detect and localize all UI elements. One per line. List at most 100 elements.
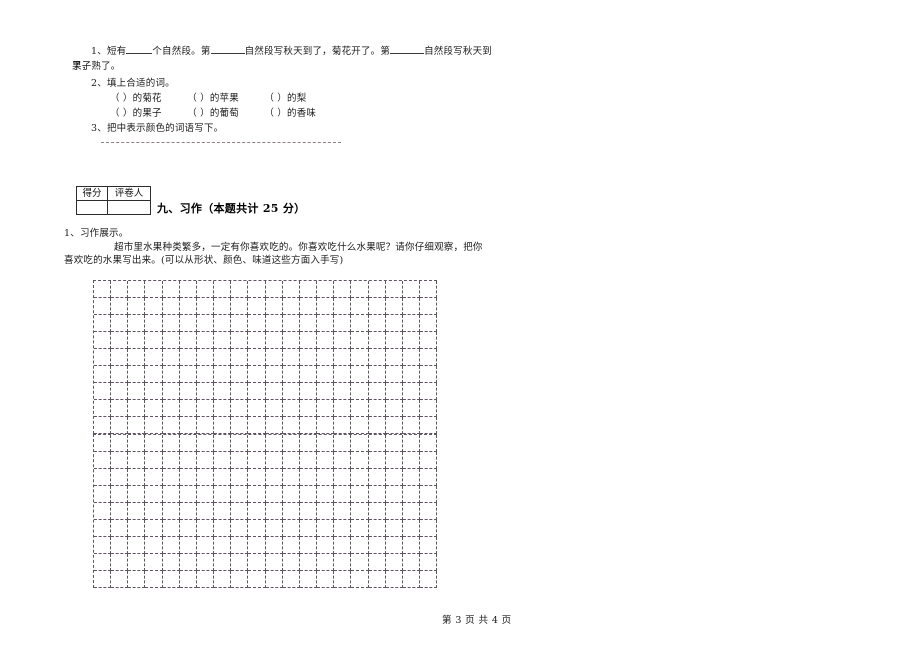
writing-grid-cell[interactable] — [282, 383, 300, 400]
writing-grid-cell[interactable] — [111, 349, 129, 366]
writing-grid-cell[interactable] — [334, 469, 352, 486]
writing-grid-cell[interactable] — [94, 417, 112, 434]
writing-grid-cell[interactable] — [128, 366, 146, 383]
writing-grid-cell[interactable] — [317, 332, 335, 349]
writing-grid-cell[interactable] — [248, 315, 266, 332]
writing-grid-cell[interactable] — [145, 486, 163, 503]
writing-grid-cell[interactable] — [402, 349, 420, 366]
writing-grid-cell[interactable] — [128, 520, 146, 537]
writing-grid-cell[interactable] — [334, 503, 352, 520]
writing-grid-cell[interactable] — [385, 349, 403, 366]
writing-grid-cell[interactable] — [402, 503, 420, 520]
writing-grid-cell[interactable] — [111, 332, 129, 349]
writing-grid-cell[interactable] — [248, 554, 266, 571]
writing-grid-cell[interactable] — [111, 554, 129, 571]
writing-grid-cell[interactable] — [145, 366, 163, 383]
writing-grid-cell[interactable] — [248, 383, 266, 400]
writing-grid-cell[interactable] — [282, 417, 300, 434]
writing-grid-cell[interactable] — [368, 571, 386, 588]
writing-grid-cell[interactable] — [368, 366, 386, 383]
writing-grid-cell[interactable] — [162, 520, 180, 537]
writing-grid-cell[interactable] — [265, 332, 283, 349]
writing-grid-cell[interactable] — [248, 349, 266, 366]
writing-grid-cell[interactable] — [248, 298, 266, 315]
writing-grid-cell[interactable] — [94, 298, 112, 315]
writing-grid-cell[interactable] — [402, 417, 420, 434]
writing-grid-cell[interactable] — [231, 503, 249, 520]
answer-paren[interactable]: （ ） — [245, 106, 287, 121]
writing-grid-cell[interactable] — [265, 281, 283, 298]
writing-grid-cell[interactable] — [351, 332, 369, 349]
writing-grid-cell[interactable] — [248, 520, 266, 537]
grader-value[interactable] — [107, 200, 151, 215]
writing-grid-cell[interactable] — [334, 417, 352, 434]
writing-grid-cell[interactable] — [179, 520, 197, 537]
writing-grid-cell[interactable] — [385, 486, 403, 503]
writing-grid-cell[interactable] — [248, 469, 266, 486]
writing-grid-cell[interactable] — [334, 366, 352, 383]
writing-grid-cell[interactable] — [351, 383, 369, 400]
writing-grid-cell[interactable] — [368, 486, 386, 503]
writing-grid-cell[interactable] — [214, 486, 232, 503]
writing-grid-cell[interactable] — [368, 315, 386, 332]
writing-grid-cell[interactable] — [419, 435, 438, 452]
writing-grid-cell[interactable] — [231, 349, 249, 366]
writing-grid-cell[interactable] — [282, 435, 300, 452]
writing-grid-cell[interactable] — [214, 435, 232, 452]
writing-grid-cell[interactable] — [351, 486, 369, 503]
writing-grid-cell[interactable] — [265, 469, 283, 486]
writing-grid-cell[interactable] — [214, 452, 232, 469]
writing-grid-cell[interactable] — [231, 520, 249, 537]
writing-grid-cell[interactable] — [214, 469, 232, 486]
writing-grid-cell[interactable] — [402, 298, 420, 315]
writing-grid-cell[interactable] — [282, 520, 300, 537]
writing-grid-cell[interactable] — [128, 486, 146, 503]
writing-grid-cell[interactable] — [282, 349, 300, 366]
writing-grid-cell[interactable] — [402, 332, 420, 349]
writing-grid-cell[interactable] — [196, 469, 215, 486]
writing-grid-cell[interactable] — [385, 571, 403, 588]
writing-grid-cell[interactable] — [299, 554, 318, 571]
answer-paren[interactable]: （ ） — [91, 106, 133, 121]
writing-grid-cell[interactable] — [385, 469, 403, 486]
writing-grid-cell[interactable] — [111, 452, 129, 469]
writing-grid-cell[interactable] — [282, 281, 300, 298]
writing-grid-cell[interactable] — [94, 486, 112, 503]
writing-grid-cell[interactable] — [282, 400, 300, 417]
writing-grid-cell[interactable] — [334, 400, 352, 417]
writing-grid-cell[interactable] — [196, 349, 215, 366]
writing-grid-cell[interactable] — [94, 435, 112, 452]
writing-grid-cell[interactable] — [94, 571, 112, 588]
writing-grid-cell[interactable] — [196, 520, 215, 537]
writing-grid-cell[interactable] — [196, 366, 215, 383]
writing-grid-cell[interactable] — [214, 332, 232, 349]
writing-grid-cell[interactable] — [179, 571, 197, 588]
writing-grid-cell[interactable] — [282, 537, 300, 554]
writing-grid-cell[interactable] — [248, 571, 266, 588]
writing-grid-cell[interactable] — [94, 452, 112, 469]
writing-grid-cell[interactable] — [111, 486, 129, 503]
writing-grid-cell[interactable] — [265, 298, 283, 315]
writing-grid-cell[interactable] — [265, 417, 283, 434]
writing-grid-cell[interactable] — [334, 435, 352, 452]
writing-grid-cell[interactable] — [231, 452, 249, 469]
writing-grid-cell[interactable] — [402, 520, 420, 537]
writing-grid-cell[interactable] — [231, 571, 249, 588]
writing-grid-cell[interactable] — [351, 349, 369, 366]
writing-grid-cell[interactable] — [299, 537, 318, 554]
writing-grid-cell[interactable] — [299, 486, 318, 503]
writing-grid-cell[interactable] — [299, 366, 318, 383]
writing-grid-cell[interactable] — [145, 537, 163, 554]
writing-grid-cell[interactable] — [282, 554, 300, 571]
writing-grid-cell[interactable] — [265, 554, 283, 571]
writing-grid-cell[interactable] — [145, 520, 163, 537]
writing-grid-cell[interactable] — [419, 400, 438, 417]
writing-grid-cell[interactable] — [94, 383, 112, 400]
writing-grid-cell[interactable] — [419, 298, 438, 315]
writing-grid-cell[interactable] — [265, 452, 283, 469]
writing-grid-cell[interactable] — [299, 571, 318, 588]
writing-grid-cell[interactable] — [179, 400, 197, 417]
writing-grid-cell[interactable] — [385, 298, 403, 315]
writing-grid-cell[interactable] — [94, 520, 112, 537]
writing-grid-cell[interactable] — [351, 400, 369, 417]
